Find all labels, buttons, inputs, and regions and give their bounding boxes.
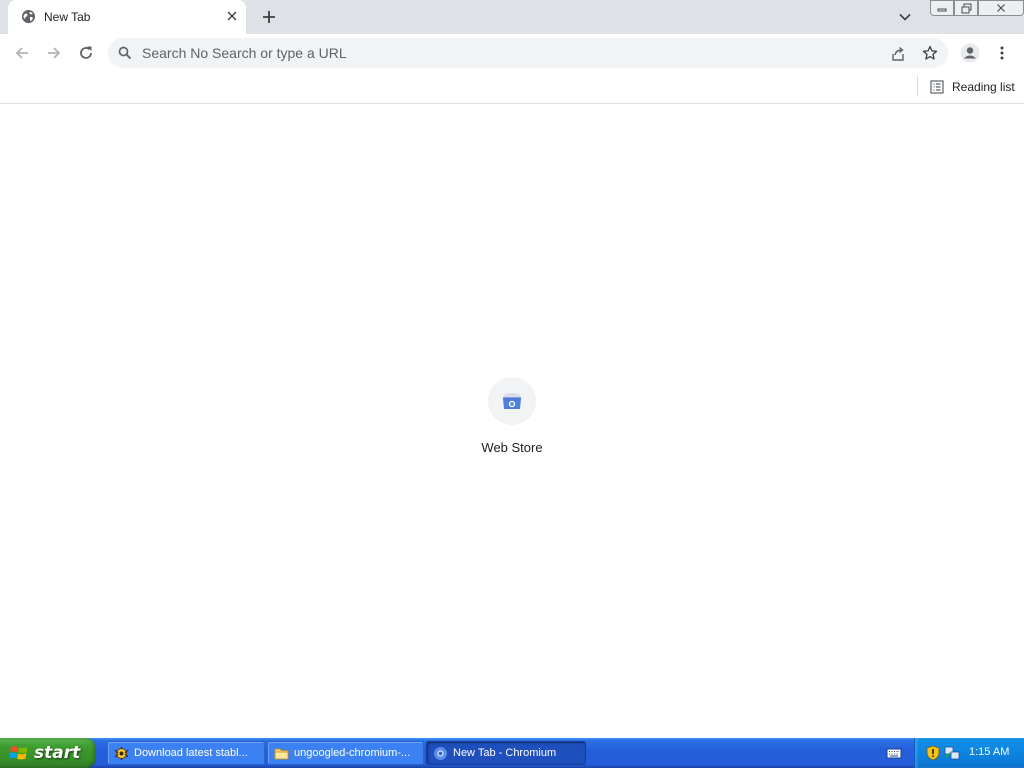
new-tab-button[interactable] [259, 7, 279, 27]
close-icon [997, 4, 1005, 12]
folder-icon [274, 748, 289, 759]
star-icon [922, 45, 938, 60]
taskbar-item-label: ungoogled-chromium-... [294, 747, 411, 759]
reload-icon [80, 46, 92, 59]
taskbar-item-chromium[interactable]: New Tab - Chromium [426, 741, 586, 765]
taskbar-item-download[interactable]: Download latest stabl... [107, 741, 265, 765]
bookmarks-divider [917, 76, 918, 96]
back-button[interactable] [9, 40, 35, 66]
minimize-icon [937, 8, 947, 12]
chromium-icon [434, 746, 447, 760]
chevron-down-icon [899, 13, 911, 21]
kebab-menu-icon [1000, 46, 1004, 60]
minimize-button[interactable] [930, 0, 954, 16]
back-arrow-icon [15, 47, 28, 59]
taskbar: start Download latest stabl... ungoogled… [0, 738, 1024, 768]
reading-list-label: Reading list [952, 80, 1015, 94]
reading-list-icon [930, 80, 944, 94]
tab-title: New Tab [44, 10, 91, 24]
windows-logo-icon [9, 746, 28, 760]
security-shield-icon[interactable] [925, 745, 941, 761]
bookmarks-bar: Reading list [0, 72, 1024, 104]
forward-button[interactable] [41, 40, 67, 66]
share-button[interactable] [889, 45, 907, 63]
restore-button[interactable] [954, 0, 978, 16]
web-store-icon [503, 393, 521, 409]
start-label: start [34, 743, 81, 763]
shortcut-icon-container [488, 377, 536, 425]
taskbar-item-label: New Tab - Chromium [453, 747, 557, 759]
profile-button[interactable] [957, 40, 983, 66]
restore-icon [961, 3, 971, 13]
close-icon [227, 11, 237, 21]
shortcut-label: Web Store [481, 440, 543, 455]
tab-search-button[interactable] [895, 8, 915, 26]
shortcut-tile-web-store[interactable]: Web Store [472, 376, 552, 460]
share-icon [892, 46, 904, 61]
omnibox[interactable] [108, 38, 948, 68]
taskbar-item-folder[interactable]: ungoogled-chromium-... [267, 741, 424, 765]
avatar-icon [960, 43, 980, 63]
tab-strip: New Tab [0, 0, 1024, 34]
search-icon [118, 46, 132, 60]
globe-icon [21, 9, 36, 24]
new-tab-page: Web Store [0, 104, 1024, 738]
address-input[interactable] [142, 44, 862, 62]
browser-toolbar [0, 34, 1024, 72]
system-tray: 1:15 AM [914, 738, 1024, 768]
download-tool-icon [114, 746, 129, 760]
start-button[interactable]: start [0, 738, 96, 768]
reading-list-button[interactable]: Reading list [926, 76, 1019, 98]
keyboard-icon[interactable] [886, 746, 902, 760]
reload-button[interactable] [73, 40, 99, 66]
forward-arrow-icon [48, 47, 61, 59]
bookmark-star-button[interactable] [921, 44, 939, 62]
close-window-button[interactable] [978, 0, 1024, 16]
network-icon[interactable] [944, 745, 960, 761]
browser-menu-button[interactable] [992, 40, 1012, 66]
system-clock[interactable]: 1:15 AM [969, 746, 1009, 758]
window-controls [930, 0, 1024, 18]
taskbar-item-label: Download latest stabl... [134, 747, 248, 759]
tab-new-tab[interactable]: New Tab [8, 0, 246, 34]
tab-close-button[interactable] [224, 8, 240, 24]
plus-icon [263, 11, 275, 23]
